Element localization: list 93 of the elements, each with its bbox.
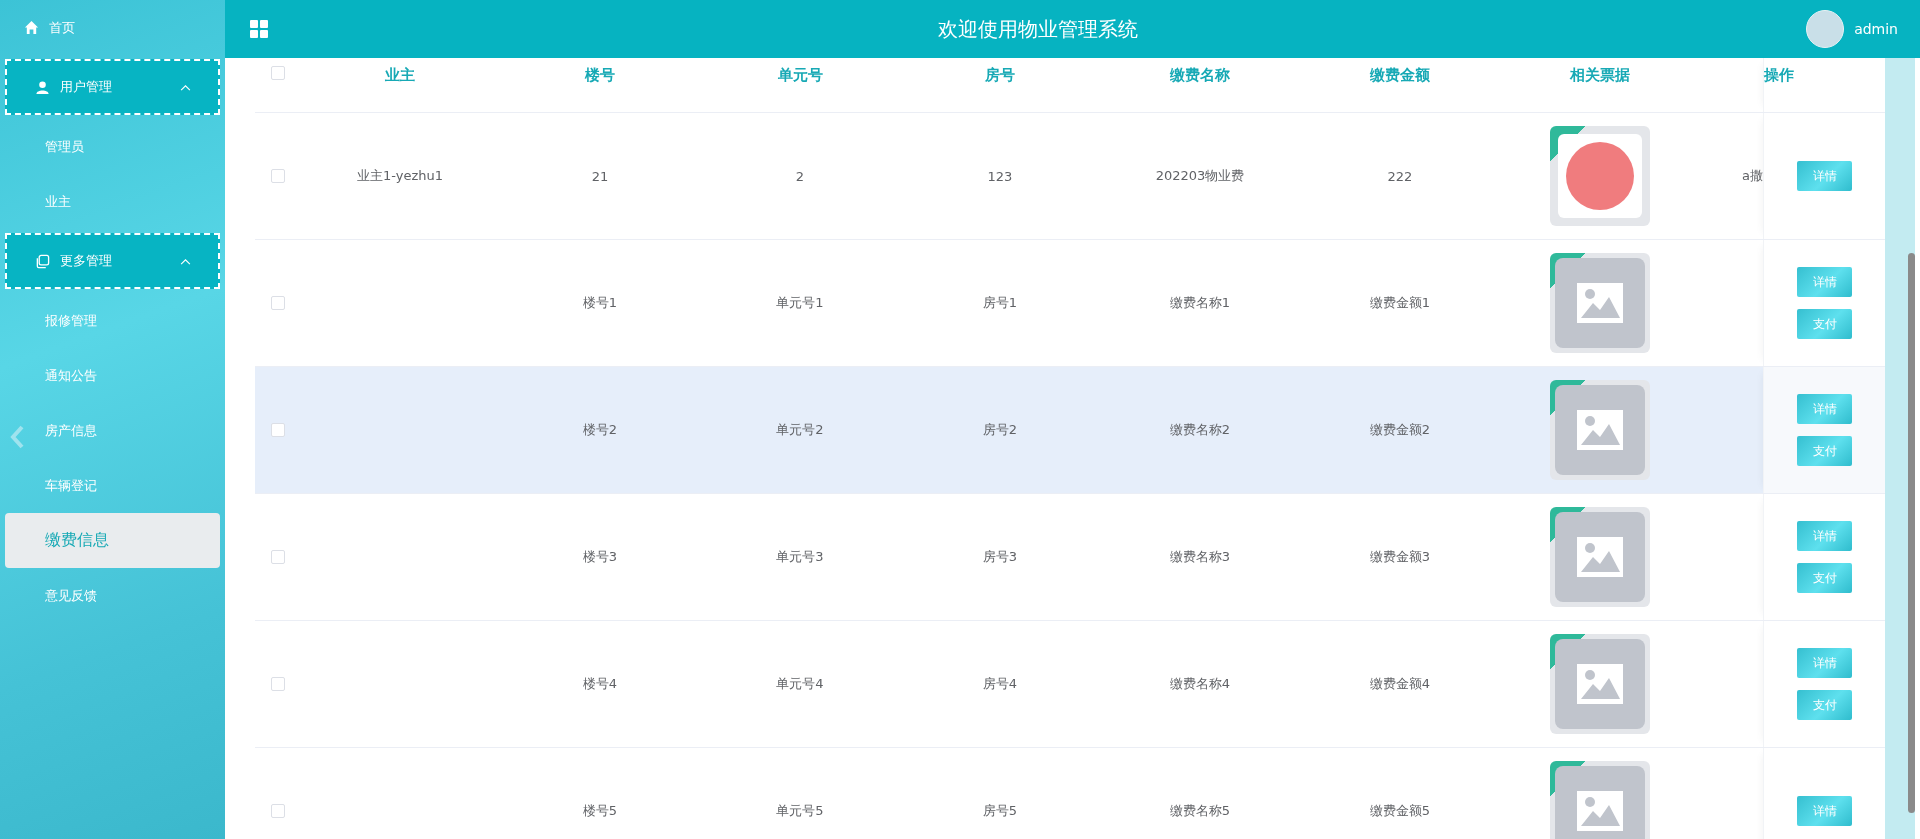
table-cell: 房号2 [982,421,1018,439]
submenu-item[interactable]: 管理员 [5,119,220,174]
column-header: 缴费名称 [1170,66,1230,85]
column-header: 相关票据 [1570,66,1630,85]
grid-menu-icon[interactable] [249,19,269,39]
table-cell: 单元号4 [776,675,824,693]
image-placeholder-icon [1577,410,1623,450]
table-cell: a撒 [1742,167,1763,185]
column-header: 业主 [385,66,415,85]
receipt-thumbnail[interactable] [1550,761,1650,839]
app-title: 欢迎使用物业管理系统 [936,15,1139,43]
table-cell: 楼号4 [582,675,618,693]
image-placeholder-icon [1577,664,1623,704]
username[interactable]: admin [1854,21,1898,37]
row-checkbox[interactable] [270,296,285,310]
column-header: 楼号 [585,66,615,85]
table-cell: 楼号3 [582,548,618,566]
action-button[interactable]: 详情 [1797,521,1852,551]
submenu-item[interactable]: 缴费信息 [5,513,220,568]
receipt-thumbnail[interactable] [1550,634,1650,734]
table-cell: 房号3 [982,548,1018,566]
row-checkbox[interactable] [270,550,285,564]
table-cell: 202203物业费 [1155,167,1245,185]
column-header: 房号 [985,66,1015,85]
table-cell: 123 [987,168,1013,184]
table-row[interactable]: 楼号4 单元号4 房号4 缴费名称4 缴费金额4 详情 支付 [255,621,1885,748]
row-checkbox[interactable] [270,169,285,183]
action-button[interactable]: 详情 [1797,161,1852,191]
home-menu-item[interactable]: 首页 [5,0,220,55]
image-placeholder-icon [1577,791,1623,831]
table-cell: 单元号1 [776,294,824,312]
copy-icon [35,253,50,269]
table-cell: 缴费名称3 [1169,548,1231,566]
action-button[interactable]: 详情 [1797,648,1852,678]
action-button[interactable]: 详情 [1797,267,1852,297]
receipt-thumbnail[interactable] [1550,380,1650,480]
table-cell: 21 [591,168,609,184]
row-checkbox[interactable] [270,677,285,691]
table-cell: 单元号5 [776,802,824,820]
table-cell: 缴费名称1 [1169,294,1231,312]
table-cell: 单元号2 [776,421,824,439]
column-header: 缴费金额 [1370,66,1430,85]
table-cell: 缴费名称5 [1169,802,1231,820]
action-button[interactable]: 详情 [1797,796,1852,826]
table-cell: 缴费金额5 [1369,802,1431,820]
row-checkbox[interactable] [270,804,285,818]
action-button[interactable]: 支付 [1797,309,1852,339]
submenu-item[interactable]: 业主 [5,174,220,229]
user-icon [35,79,50,95]
select-all-checkbox[interactable] [270,66,285,80]
receipt-thumbnail[interactable] [1550,507,1650,607]
scrollbar[interactable] [1885,58,1915,839]
table-cell: 缴费金额2 [1369,421,1431,439]
table-cell: 房号1 [982,294,1018,312]
table-cell: 2 [795,168,805,184]
action-button[interactable]: 支付 [1797,690,1852,720]
column-header: 操作 [1764,66,1794,85]
action-button[interactable]: 支付 [1797,563,1852,593]
submenu-item[interactable]: 车辆登记 [5,458,220,513]
submenu-item[interactable]: 通知公告 [5,348,220,403]
avatar[interactable] [1806,10,1845,48]
submenu-item[interactable]: 意见反馈 [5,568,220,623]
receipt-thumbnail[interactable] [1550,126,1650,226]
home-icon [24,20,39,35]
table-cell: 缴费名称2 [1169,421,1231,439]
chevron-left-icon [10,425,24,449]
action-button[interactable]: 详情 [1797,394,1852,424]
table-cell: 房号5 [982,802,1018,820]
table-row[interactable]: 楼号1 单元号1 房号1 缴费名称1 缴费金额1 详情 支付 [255,240,1885,367]
row-checkbox[interactable] [270,423,285,437]
table-cell: 缴费金额4 [1369,675,1431,693]
receipt-thumbnail[interactable] [1550,253,1650,353]
submenu-item[interactable]: 房产信息 [5,403,220,458]
table-cell: 缴费名称4 [1169,675,1231,693]
table-cell: 房号4 [982,675,1018,693]
table-cell: 单元号3 [776,548,824,566]
submenu-item[interactable]: 报修管理 [5,293,220,348]
table-cell: 楼号5 [582,802,618,820]
menu-group-header[interactable]: 用户管理 [5,59,220,115]
action-button[interactable]: 支付 [1797,436,1852,466]
table-cell: 楼号2 [582,421,618,439]
image-placeholder-icon [1577,537,1623,577]
table-row[interactable]: 楼号2 单元号2 房号2 缴费名称2 缴费金额2 详情 支付 [255,367,1885,494]
table-cell: 缴费金额1 [1369,294,1431,312]
table-cell: 楼号1 [582,294,618,312]
table-row[interactable]: 业主1-yezhu1 21 2 123 202203物业费 222 a撒 详情 [255,113,1885,240]
column-header: 单元号 [777,66,823,85]
menu-group-header[interactable]: 更多管理 [5,233,220,289]
table-row[interactable]: 楼号3 单元号3 房号3 缴费名称3 缴费金额3 详情 支付 [255,494,1885,621]
table-cell: 222 [1387,168,1413,184]
table-cell: 业主1-yezhu1 [356,167,444,185]
image-placeholder-icon [1577,283,1623,323]
table-cell: 缴费金额3 [1369,548,1431,566]
